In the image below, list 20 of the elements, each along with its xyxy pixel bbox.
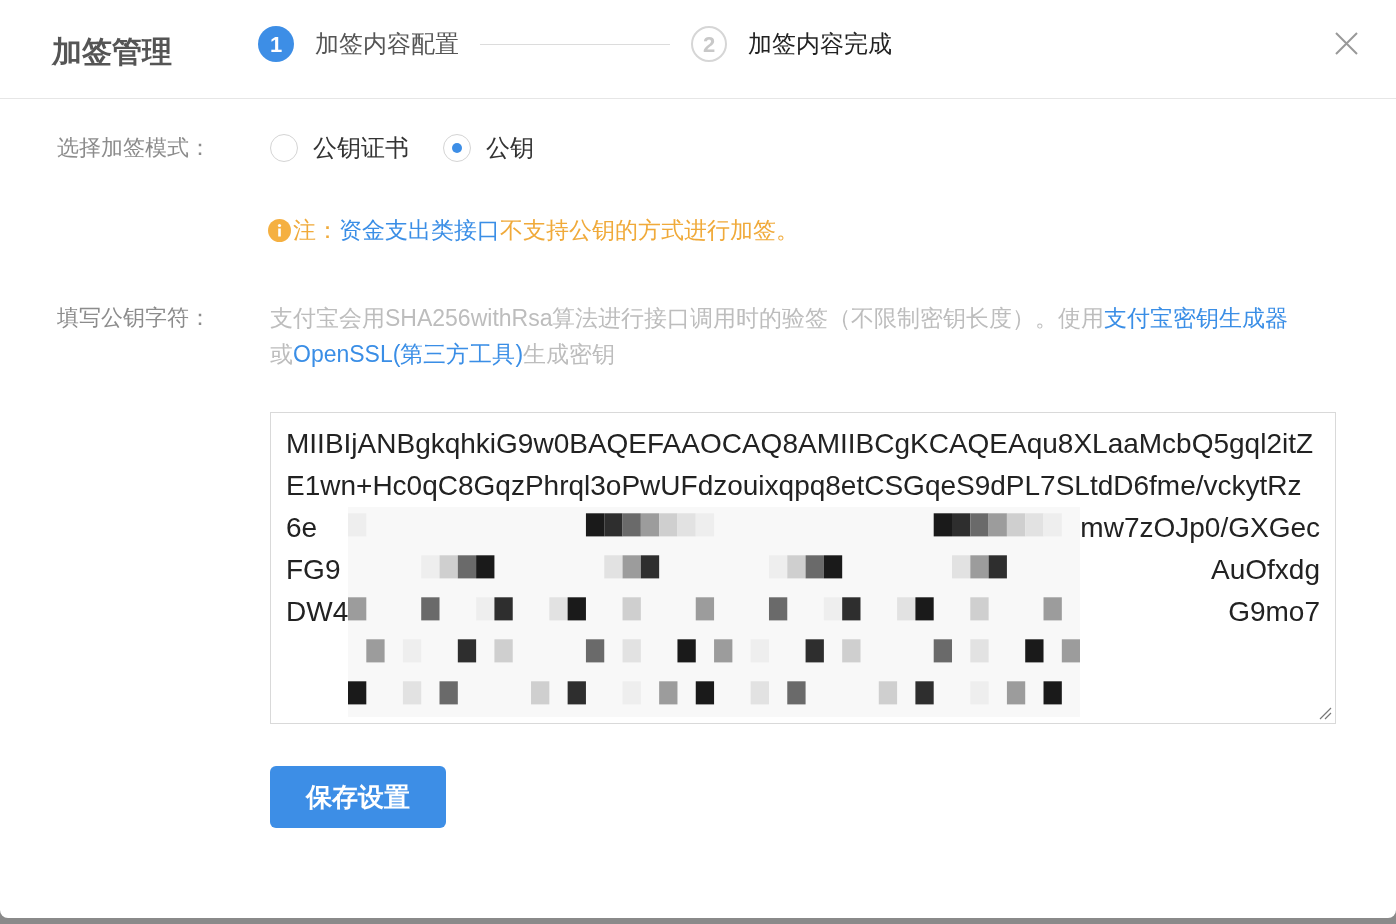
field-label: 填写公钥字符： — [57, 304, 212, 332]
step-label: 加签内容配置 — [315, 29, 459, 59]
info-icon — [268, 218, 291, 242]
close-icon[interactable] — [1335, 31, 1358, 55]
dialog-title: 加签管理 — [52, 34, 172, 70]
radio-label[interactable]: 公钥证书 — [313, 130, 409, 166]
step-indicator: 1 — [258, 26, 294, 62]
save-button[interactable]: 保存设置 — [270, 766, 446, 828]
field-label: 选择加签模式： — [57, 134, 212, 162]
help-link[interactable]: OpenSSL(第三方工具) — [293, 341, 524, 367]
step-label: 加签内容完成 — [748, 29, 892, 59]
radio-button[interactable] — [270, 134, 298, 162]
help-link[interactable]: 支付宝密钥生成器 — [1104, 305, 1289, 331]
help-text: 支付宝会用SHA256withRsa算法进行接口调用时的验签（不限制密钥长度）。使用支付宝密钥生成器 或OpenSSL(第三方工具)生成密钥 — [270, 304, 1289, 369]
key-textarea[interactable]: MIIBIjANBgkqhkiG9w0BAQEFAAOCAQ8AMIIBCgKCAQEAqu8XLaaMcbQ5gql2itZ E1wn+Hc0qC8GqzPhrql3oPwUFdzouixqpq8etCSGqeS9dPL7SLtdD6fme/vckytRz 6e mw7zOJp0/GXGec FG9 AuOfxdg DW4 G9mo7 — [270, 412, 1336, 724]
radio-button[interactable] — [443, 134, 471, 162]
note-text: 注：资金支出类接口不支持公钥的方式进行加签。 — [293, 216, 799, 245]
note-link[interactable]: 资金支出类接口 — [339, 217, 500, 243]
radio-label[interactable]: 公钥 — [486, 130, 534, 166]
resize-handle-icon[interactable] — [1319, 707, 1332, 720]
